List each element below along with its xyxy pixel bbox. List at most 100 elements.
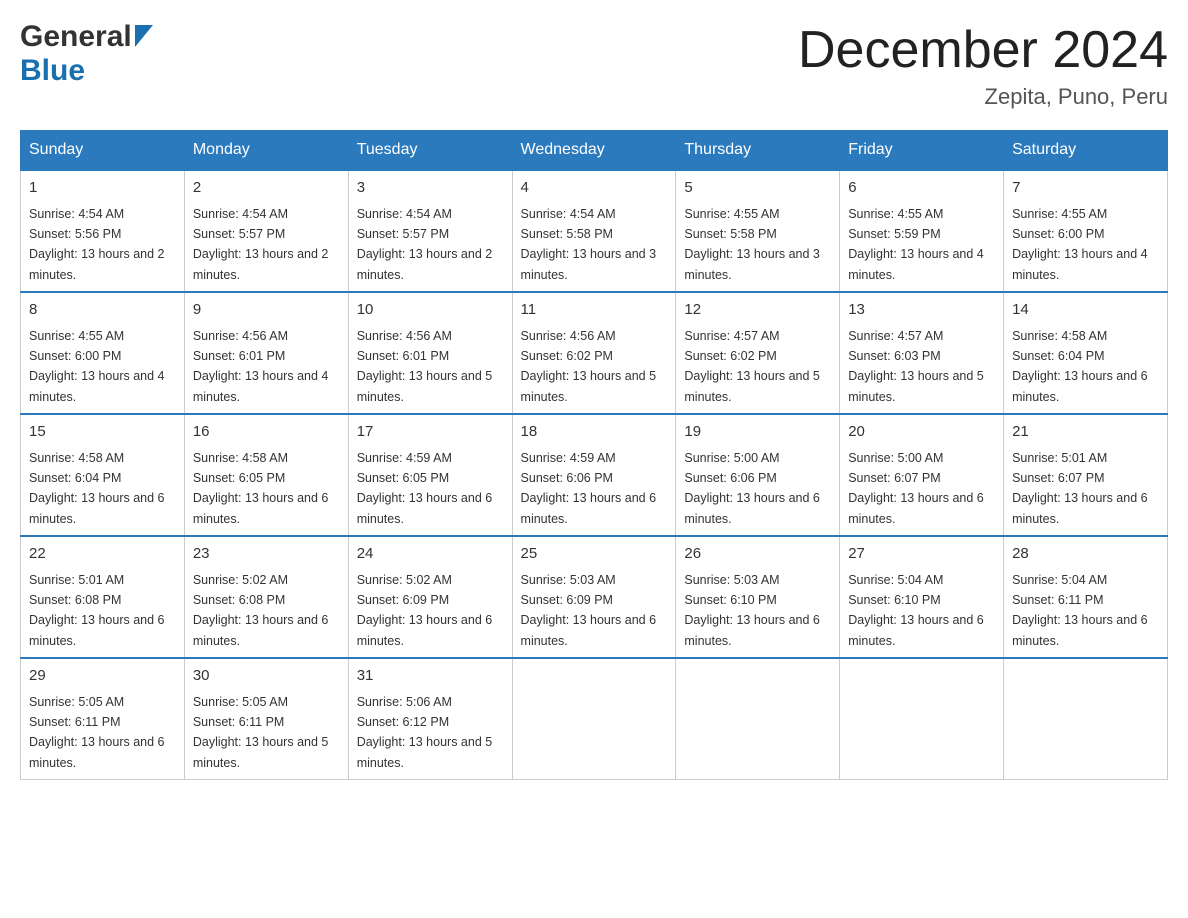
day-info: Sunrise: 5:01 AM Sunset: 6:08 PM Dayligh… bbox=[29, 573, 165, 648]
calendar-cell: 12 Sunrise: 4:57 AM Sunset: 6:02 PM Dayl… bbox=[676, 292, 840, 414]
calendar-cell: 27 Sunrise: 5:04 AM Sunset: 6:10 PM Dayl… bbox=[840, 536, 1004, 658]
day-number: 25 bbox=[521, 543, 668, 566]
calendar-week-3: 15 Sunrise: 4:58 AM Sunset: 6:04 PM Dayl… bbox=[21, 414, 1168, 536]
calendar-cell bbox=[512, 658, 676, 780]
day-info: Sunrise: 4:59 AM Sunset: 6:05 PM Dayligh… bbox=[357, 451, 493, 526]
logo-general-text: General bbox=[20, 20, 132, 54]
day-info: Sunrise: 4:55 AM Sunset: 5:59 PM Dayligh… bbox=[848, 207, 984, 282]
day-info: Sunrise: 4:58 AM Sunset: 6:05 PM Dayligh… bbox=[193, 451, 329, 526]
column-header-saturday: Saturday bbox=[1004, 131, 1168, 171]
calendar-cell: 10 Sunrise: 4:56 AM Sunset: 6:01 PM Dayl… bbox=[348, 292, 512, 414]
day-info: Sunrise: 5:05 AM Sunset: 6:11 PM Dayligh… bbox=[29, 695, 165, 770]
day-info: Sunrise: 4:54 AM Sunset: 5:57 PM Dayligh… bbox=[193, 207, 329, 282]
day-info: Sunrise: 5:02 AM Sunset: 6:08 PM Dayligh… bbox=[193, 573, 329, 648]
day-info: Sunrise: 4:55 AM Sunset: 5:58 PM Dayligh… bbox=[684, 207, 820, 282]
day-info: Sunrise: 5:04 AM Sunset: 6:10 PM Dayligh… bbox=[848, 573, 984, 648]
calendar-table: SundayMondayTuesdayWednesdayThursdayFrid… bbox=[20, 130, 1168, 780]
calendar-header-row: SundayMondayTuesdayWednesdayThursdayFrid… bbox=[21, 131, 1168, 171]
day-info: Sunrise: 4:58 AM Sunset: 6:04 PM Dayligh… bbox=[1012, 329, 1148, 404]
page-header: General Blue December 2024 Zepita, Puno,… bbox=[20, 20, 1168, 110]
column-header-tuesday: Tuesday bbox=[348, 131, 512, 171]
day-info: Sunrise: 4:56 AM Sunset: 6:01 PM Dayligh… bbox=[357, 329, 493, 404]
logo: General Blue bbox=[20, 20, 153, 88]
day-number: 2 bbox=[193, 177, 340, 200]
calendar-cell: 11 Sunrise: 4:56 AM Sunset: 6:02 PM Dayl… bbox=[512, 292, 676, 414]
calendar-cell: 30 Sunrise: 5:05 AM Sunset: 6:11 PM Dayl… bbox=[184, 658, 348, 780]
calendar-cell: 17 Sunrise: 4:59 AM Sunset: 6:05 PM Dayl… bbox=[348, 414, 512, 536]
logo-arrow-icon bbox=[135, 25, 153, 52]
column-header-wednesday: Wednesday bbox=[512, 131, 676, 171]
day-number: 16 bbox=[193, 421, 340, 444]
day-number: 29 bbox=[29, 665, 176, 688]
day-number: 10 bbox=[357, 299, 504, 322]
calendar-cell: 2 Sunrise: 4:54 AM Sunset: 5:57 PM Dayli… bbox=[184, 170, 348, 292]
day-number: 30 bbox=[193, 665, 340, 688]
calendar-cell: 28 Sunrise: 5:04 AM Sunset: 6:11 PM Dayl… bbox=[1004, 536, 1168, 658]
day-number: 24 bbox=[357, 543, 504, 566]
day-number: 1 bbox=[29, 177, 176, 200]
day-info: Sunrise: 4:55 AM Sunset: 6:00 PM Dayligh… bbox=[29, 329, 165, 404]
day-number: 9 bbox=[193, 299, 340, 322]
column-header-thursday: Thursday bbox=[676, 131, 840, 171]
calendar-week-5: 29 Sunrise: 5:05 AM Sunset: 6:11 PM Dayl… bbox=[21, 658, 1168, 780]
day-info: Sunrise: 4:57 AM Sunset: 6:03 PM Dayligh… bbox=[848, 329, 984, 404]
day-info: Sunrise: 4:54 AM Sunset: 5:56 PM Dayligh… bbox=[29, 207, 165, 282]
day-number: 8 bbox=[29, 299, 176, 322]
day-info: Sunrise: 4:57 AM Sunset: 6:02 PM Dayligh… bbox=[684, 329, 820, 404]
day-info: Sunrise: 4:58 AM Sunset: 6:04 PM Dayligh… bbox=[29, 451, 165, 526]
day-number: 20 bbox=[848, 421, 995, 444]
day-number: 15 bbox=[29, 421, 176, 444]
calendar-week-1: 1 Sunrise: 4:54 AM Sunset: 5:56 PM Dayli… bbox=[21, 170, 1168, 292]
calendar-cell: 5 Sunrise: 4:55 AM Sunset: 5:58 PM Dayli… bbox=[676, 170, 840, 292]
day-info: Sunrise: 4:55 AM Sunset: 6:00 PM Dayligh… bbox=[1012, 207, 1148, 282]
calendar-cell: 3 Sunrise: 4:54 AM Sunset: 5:57 PM Dayli… bbox=[348, 170, 512, 292]
calendar-cell: 29 Sunrise: 5:05 AM Sunset: 6:11 PM Dayl… bbox=[21, 658, 185, 780]
day-number: 26 bbox=[684, 543, 831, 566]
column-header-sunday: Sunday bbox=[21, 131, 185, 171]
day-number: 7 bbox=[1012, 177, 1159, 200]
day-number: 12 bbox=[684, 299, 831, 322]
day-number: 13 bbox=[848, 299, 995, 322]
day-info: Sunrise: 4:56 AM Sunset: 6:02 PM Dayligh… bbox=[521, 329, 657, 404]
calendar-cell: 26 Sunrise: 5:03 AM Sunset: 6:10 PM Dayl… bbox=[676, 536, 840, 658]
day-number: 14 bbox=[1012, 299, 1159, 322]
calendar-title: December 2024 bbox=[798, 20, 1168, 80]
title-area: December 2024 Zepita, Puno, Peru bbox=[798, 20, 1168, 110]
day-info: Sunrise: 5:05 AM Sunset: 6:11 PM Dayligh… bbox=[193, 695, 329, 770]
calendar-cell bbox=[676, 658, 840, 780]
day-number: 22 bbox=[29, 543, 176, 566]
day-info: Sunrise: 4:56 AM Sunset: 6:01 PM Dayligh… bbox=[193, 329, 329, 404]
calendar-cell: 13 Sunrise: 4:57 AM Sunset: 6:03 PM Dayl… bbox=[840, 292, 1004, 414]
day-info: Sunrise: 5:00 AM Sunset: 6:07 PM Dayligh… bbox=[848, 451, 984, 526]
logo-blue-text: Blue bbox=[20, 54, 85, 87]
calendar-cell: 20 Sunrise: 5:00 AM Sunset: 6:07 PM Dayl… bbox=[840, 414, 1004, 536]
day-number: 23 bbox=[193, 543, 340, 566]
calendar-cell: 9 Sunrise: 4:56 AM Sunset: 6:01 PM Dayli… bbox=[184, 292, 348, 414]
day-number: 28 bbox=[1012, 543, 1159, 566]
calendar-cell: 18 Sunrise: 4:59 AM Sunset: 6:06 PM Dayl… bbox=[512, 414, 676, 536]
day-number: 21 bbox=[1012, 421, 1159, 444]
calendar-cell bbox=[1004, 658, 1168, 780]
calendar-cell: 31 Sunrise: 5:06 AM Sunset: 6:12 PM Dayl… bbox=[348, 658, 512, 780]
calendar-cell: 8 Sunrise: 4:55 AM Sunset: 6:00 PM Dayli… bbox=[21, 292, 185, 414]
day-info: Sunrise: 4:54 AM Sunset: 5:58 PM Dayligh… bbox=[521, 207, 657, 282]
calendar-cell: 4 Sunrise: 4:54 AM Sunset: 5:58 PM Dayli… bbox=[512, 170, 676, 292]
calendar-week-4: 22 Sunrise: 5:01 AM Sunset: 6:08 PM Dayl… bbox=[21, 536, 1168, 658]
day-number: 3 bbox=[357, 177, 504, 200]
day-number: 17 bbox=[357, 421, 504, 444]
day-info: Sunrise: 4:59 AM Sunset: 6:06 PM Dayligh… bbox=[521, 451, 657, 526]
calendar-subtitle: Zepita, Puno, Peru bbox=[798, 84, 1168, 110]
calendar-cell: 22 Sunrise: 5:01 AM Sunset: 6:08 PM Dayl… bbox=[21, 536, 185, 658]
calendar-week-2: 8 Sunrise: 4:55 AM Sunset: 6:00 PM Dayli… bbox=[21, 292, 1168, 414]
day-info: Sunrise: 5:01 AM Sunset: 6:07 PM Dayligh… bbox=[1012, 451, 1148, 526]
day-number: 19 bbox=[684, 421, 831, 444]
calendar-cell: 23 Sunrise: 5:02 AM Sunset: 6:08 PM Dayl… bbox=[184, 536, 348, 658]
calendar-cell: 15 Sunrise: 4:58 AM Sunset: 6:04 PM Dayl… bbox=[21, 414, 185, 536]
day-info: Sunrise: 5:06 AM Sunset: 6:12 PM Dayligh… bbox=[357, 695, 493, 770]
day-number: 4 bbox=[521, 177, 668, 200]
day-number: 6 bbox=[848, 177, 995, 200]
calendar-cell: 7 Sunrise: 4:55 AM Sunset: 6:00 PM Dayli… bbox=[1004, 170, 1168, 292]
day-number: 27 bbox=[848, 543, 995, 566]
day-info: Sunrise: 4:54 AM Sunset: 5:57 PM Dayligh… bbox=[357, 207, 493, 282]
day-number: 11 bbox=[521, 299, 668, 322]
